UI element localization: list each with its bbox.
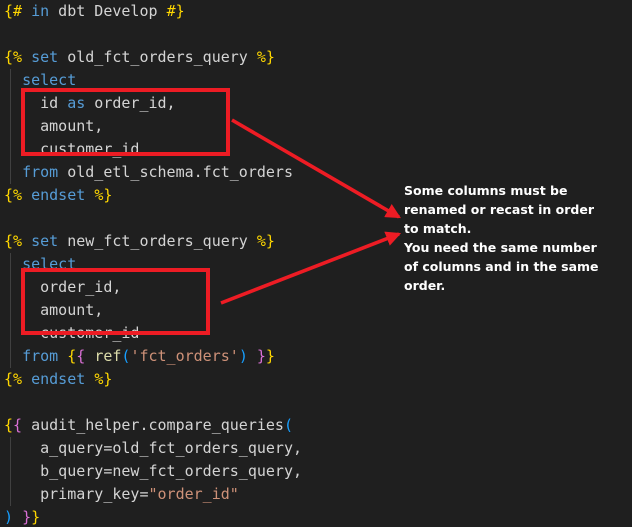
annotation-line: of columns and in the same xyxy=(404,257,614,276)
indent-guide xyxy=(10,69,11,184)
code-line: primary_key="order_id" xyxy=(4,483,632,506)
code-line: b_query=new_fct_orders_query, xyxy=(4,460,632,483)
code-line: amount, xyxy=(4,299,632,322)
dbt-ide-editor-pane: {# in dbt Develop #} {% set old_fct_order… xyxy=(0,0,632,527)
code-line: amount, xyxy=(4,115,632,138)
code-line: customer_id xyxy=(4,322,632,345)
code-line: {# in dbt Develop #} xyxy=(4,0,632,23)
code-line: customer_id xyxy=(4,138,632,161)
annotation-line: renamed or recast in order xyxy=(404,200,614,219)
code-line: {% set old_fct_orders_query %} xyxy=(4,46,632,69)
annotation-line: to match. xyxy=(404,219,614,238)
indent-guide xyxy=(10,253,11,368)
code-line xyxy=(4,391,632,414)
annotation-line: order. xyxy=(404,276,614,295)
code-line: a_query=old_fct_orders_query, xyxy=(4,437,632,460)
annotation-line: Some columns must be xyxy=(404,181,614,200)
code-line: {% endset %} xyxy=(4,368,632,391)
annotation-line: You need the same number xyxy=(404,238,614,257)
code-line: ) }} xyxy=(4,506,632,527)
code-line xyxy=(4,23,632,46)
annotation-note: Some columns must berenamed or recast in… xyxy=(404,181,614,295)
code-line: from {{ ref('fct_orders') }} xyxy=(4,345,632,368)
code-line: select xyxy=(4,69,632,92)
code-line: {{ audit_helper.compare_queries( xyxy=(4,414,632,437)
code-line: id as order_id, xyxy=(4,92,632,115)
indent-guide xyxy=(10,437,11,506)
